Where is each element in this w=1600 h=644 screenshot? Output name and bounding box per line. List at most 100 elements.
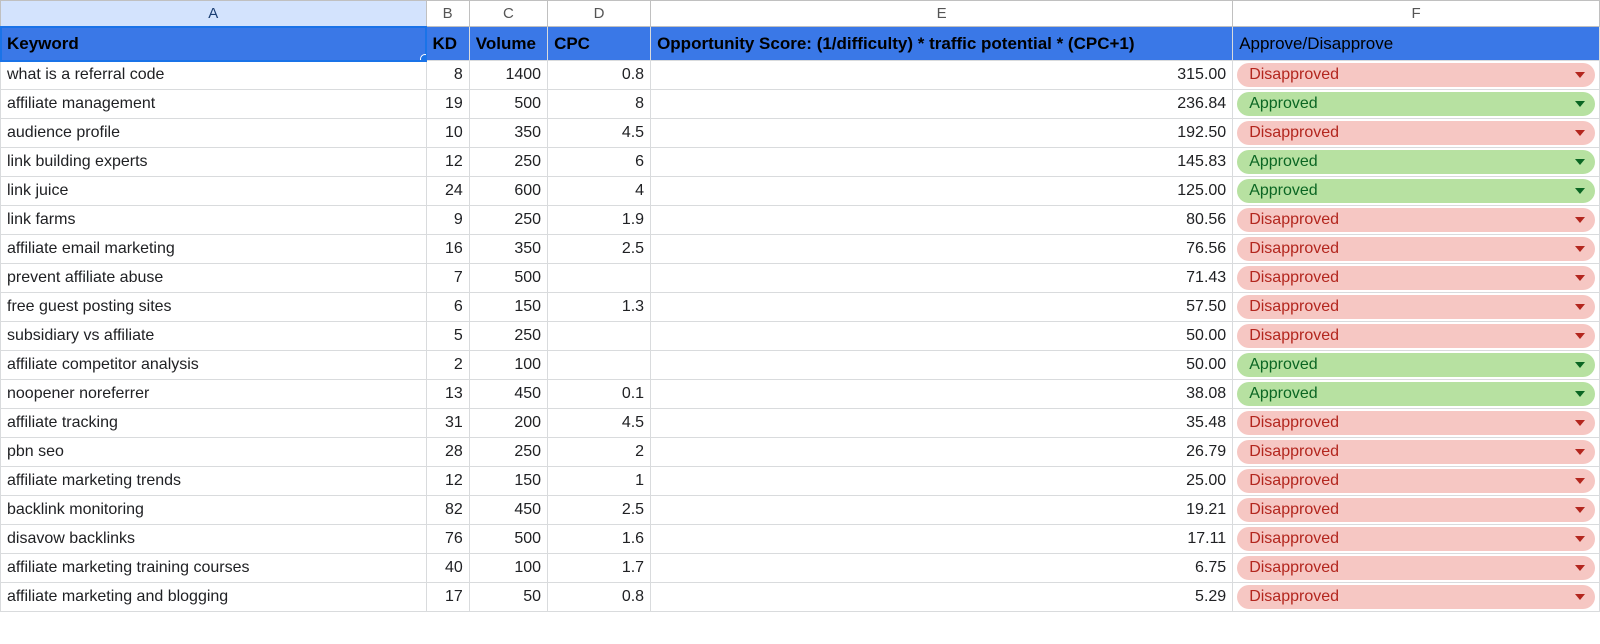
cell-status[interactable]: Disapproved <box>1233 583 1600 612</box>
cell-volume[interactable]: 200 <box>469 409 547 438</box>
cell-kd[interactable]: 19 <box>426 90 469 119</box>
cell-status[interactable]: Approved <box>1233 148 1600 177</box>
cell-score[interactable]: 19.21 <box>651 496 1233 525</box>
status-chip[interactable]: Disapproved <box>1237 440 1595 464</box>
cell-volume[interactable]: 50 <box>469 583 547 612</box>
status-chip[interactable]: Approved <box>1237 150 1595 174</box>
cell-kd[interactable]: 7 <box>426 264 469 293</box>
cell-kd[interactable]: 12 <box>426 467 469 496</box>
cell-keyword[interactable]: prevent affiliate abuse <box>1 264 427 293</box>
cell-status[interactable]: Disapproved <box>1233 235 1600 264</box>
cell-keyword[interactable]: link farms <box>1 206 427 235</box>
cell-score[interactable]: 17.11 <box>651 525 1233 554</box>
cell-keyword[interactable]: backlink monitoring <box>1 496 427 525</box>
cell-volume[interactable]: 500 <box>469 525 547 554</box>
cell-kd[interactable]: 76 <box>426 525 469 554</box>
cell-volume[interactable]: 250 <box>469 206 547 235</box>
cell-status[interactable]: Disapproved <box>1233 264 1600 293</box>
cell-keyword[interactable]: subsidiary vs affiliate <box>1 322 427 351</box>
cell-kd[interactable]: 12 <box>426 148 469 177</box>
cell-keyword[interactable]: audience profile <box>1 119 427 148</box>
cell-cpc[interactable]: 0.1 <box>548 380 651 409</box>
header-volume[interactable]: Volume <box>469 27 547 61</box>
cell-volume[interactable]: 150 <box>469 293 547 322</box>
cell-status[interactable]: Approved <box>1233 177 1600 206</box>
cell-kd[interactable]: 16 <box>426 235 469 264</box>
status-chip[interactable]: Disapproved <box>1237 295 1595 319</box>
cell-cpc[interactable]: 4 <box>548 177 651 206</box>
cell-status[interactable]: Disapproved <box>1233 467 1600 496</box>
cell-volume[interactable]: 350 <box>469 119 547 148</box>
status-chip[interactable]: Disapproved <box>1237 63 1595 87</box>
cell-keyword[interactable]: free guest posting sites <box>1 293 427 322</box>
cell-score[interactable]: 6.75 <box>651 554 1233 583</box>
header-cpc[interactable]: CPC <box>548 27 651 61</box>
cell-kd[interactable]: 10 <box>426 119 469 148</box>
cell-kd[interactable]: 82 <box>426 496 469 525</box>
cell-status[interactable]: Disapproved <box>1233 119 1600 148</box>
spreadsheet-grid[interactable]: ABCDEF Keyword KD Volume CPC Opportunity… <box>0 0 1600 612</box>
cell-score[interactable]: 35.48 <box>651 409 1233 438</box>
cell-cpc[interactable]: 6 <box>548 148 651 177</box>
column-letter-a[interactable]: A <box>1 1 427 27</box>
cell-score[interactable]: 50.00 <box>651 322 1233 351</box>
cell-volume[interactable]: 500 <box>469 90 547 119</box>
cell-volume[interactable]: 250 <box>469 438 547 467</box>
status-chip[interactable]: Disapproved <box>1237 121 1595 145</box>
cell-kd[interactable]: 8 <box>426 61 469 90</box>
cell-cpc[interactable] <box>548 264 651 293</box>
cell-cpc[interactable]: 1.3 <box>548 293 651 322</box>
cell-kd[interactable]: 31 <box>426 409 469 438</box>
column-letter-d[interactable]: D <box>548 1 651 27</box>
status-chip[interactable]: Disapproved <box>1237 237 1595 261</box>
cell-score[interactable]: 315.00 <box>651 61 1233 90</box>
cell-volume[interactable]: 250 <box>469 148 547 177</box>
cell-cpc[interactable]: 0.8 <box>548 583 651 612</box>
cell-kd[interactable]: 6 <box>426 293 469 322</box>
cell-status[interactable]: Approved <box>1233 90 1600 119</box>
cell-cpc[interactable]: 1.6 <box>548 525 651 554</box>
cell-keyword[interactable]: affiliate marketing trends <box>1 467 427 496</box>
status-chip[interactable]: Disapproved <box>1237 469 1595 493</box>
status-chip[interactable]: Disapproved <box>1237 411 1595 435</box>
cell-status[interactable]: Disapproved <box>1233 525 1600 554</box>
cell-volume[interactable]: 600 <box>469 177 547 206</box>
cell-score[interactable]: 50.00 <box>651 351 1233 380</box>
cell-kd[interactable]: 5 <box>426 322 469 351</box>
header-approve[interactable]: Approve/Disapprove <box>1233 27 1600 61</box>
cell-kd[interactable]: 28 <box>426 438 469 467</box>
cell-kd[interactable]: 40 <box>426 554 469 583</box>
cell-status[interactable]: Disapproved <box>1233 554 1600 583</box>
cell-score[interactable]: 38.08 <box>651 380 1233 409</box>
cell-volume[interactable]: 100 <box>469 351 547 380</box>
cell-cpc[interactable]: 1 <box>548 467 651 496</box>
column-letter-b[interactable]: B <box>426 1 469 27</box>
cell-score[interactable]: 236.84 <box>651 90 1233 119</box>
header-keyword[interactable]: Keyword <box>1 27 427 61</box>
cell-score[interactable]: 125.00 <box>651 177 1233 206</box>
status-chip[interactable]: Approved <box>1237 382 1595 406</box>
cell-volume[interactable]: 150 <box>469 467 547 496</box>
cell-status[interactable]: Disapproved <box>1233 61 1600 90</box>
status-chip[interactable]: Disapproved <box>1237 208 1595 232</box>
status-chip[interactable]: Disapproved <box>1237 585 1595 609</box>
cell-cpc[interactable]: 1.9 <box>548 206 651 235</box>
cell-keyword[interactable]: link building experts <box>1 148 427 177</box>
cell-kd[interactable]: 2 <box>426 351 469 380</box>
status-chip[interactable]: Disapproved <box>1237 498 1595 522</box>
cell-keyword[interactable]: disavow backlinks <box>1 525 427 554</box>
status-chip[interactable]: Approved <box>1237 353 1595 377</box>
cell-cpc[interactable]: 1.7 <box>548 554 651 583</box>
cell-score[interactable]: 25.00 <box>651 467 1233 496</box>
cell-keyword[interactable]: affiliate marketing training courses <box>1 554 427 583</box>
cell-volume[interactable]: 1400 <box>469 61 547 90</box>
cell-status[interactable]: Disapproved <box>1233 322 1600 351</box>
cell-cpc[interactable] <box>548 351 651 380</box>
status-chip[interactable]: Disapproved <box>1237 266 1595 290</box>
status-chip[interactable]: Approved <box>1237 92 1595 116</box>
cell-cpc[interactable]: 0.8 <box>548 61 651 90</box>
cell-keyword[interactable]: noopener noreferrer <box>1 380 427 409</box>
cell-keyword[interactable]: what is a referral code <box>1 61 427 90</box>
cell-volume[interactable]: 100 <box>469 554 547 583</box>
cell-volume[interactable]: 450 <box>469 496 547 525</box>
